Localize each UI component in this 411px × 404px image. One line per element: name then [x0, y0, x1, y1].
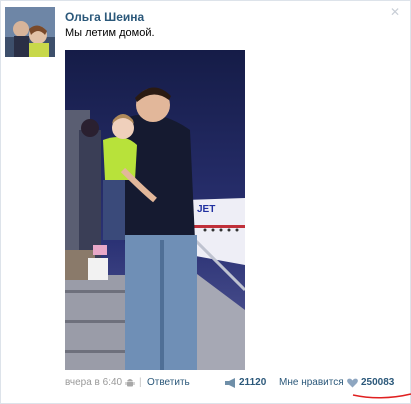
close-icon[interactable]: ✕: [390, 5, 400, 19]
red-underline-annotation: [352, 393, 411, 399]
wall-post: Ольга Шеина Мы летим домой. ✕ JET вчера …: [0, 0, 411, 404]
reply-link[interactable]: Ответить: [147, 377, 190, 388]
author-avatar[interactable]: [5, 7, 55, 57]
avatar-photo: [5, 7, 55, 57]
separator: |: [139, 377, 142, 388]
post-footer: вчера в 6:40 | Ответить 21120 Мне нравит…: [65, 377, 402, 393]
android-icon: [125, 377, 135, 388]
post-text: Мы летим домой.: [65, 27, 155, 39]
like-button[interactable]: Мне нравится: [279, 377, 344, 388]
photo-image: JET: [65, 50, 245, 370]
repost-count[interactable]: 21120: [239, 377, 266, 388]
like-count[interactable]: 250083: [361, 377, 394, 388]
svg-text:JET: JET: [197, 204, 215, 215]
author-name-link[interactable]: Ольга Шеина: [65, 10, 144, 24]
post-photo[interactable]: JET: [65, 50, 245, 370]
post-timestamp[interactable]: вчера в 6:40: [65, 377, 122, 388]
heart-icon[interactable]: [347, 378, 358, 388]
megaphone-icon[interactable]: [225, 378, 237, 388]
